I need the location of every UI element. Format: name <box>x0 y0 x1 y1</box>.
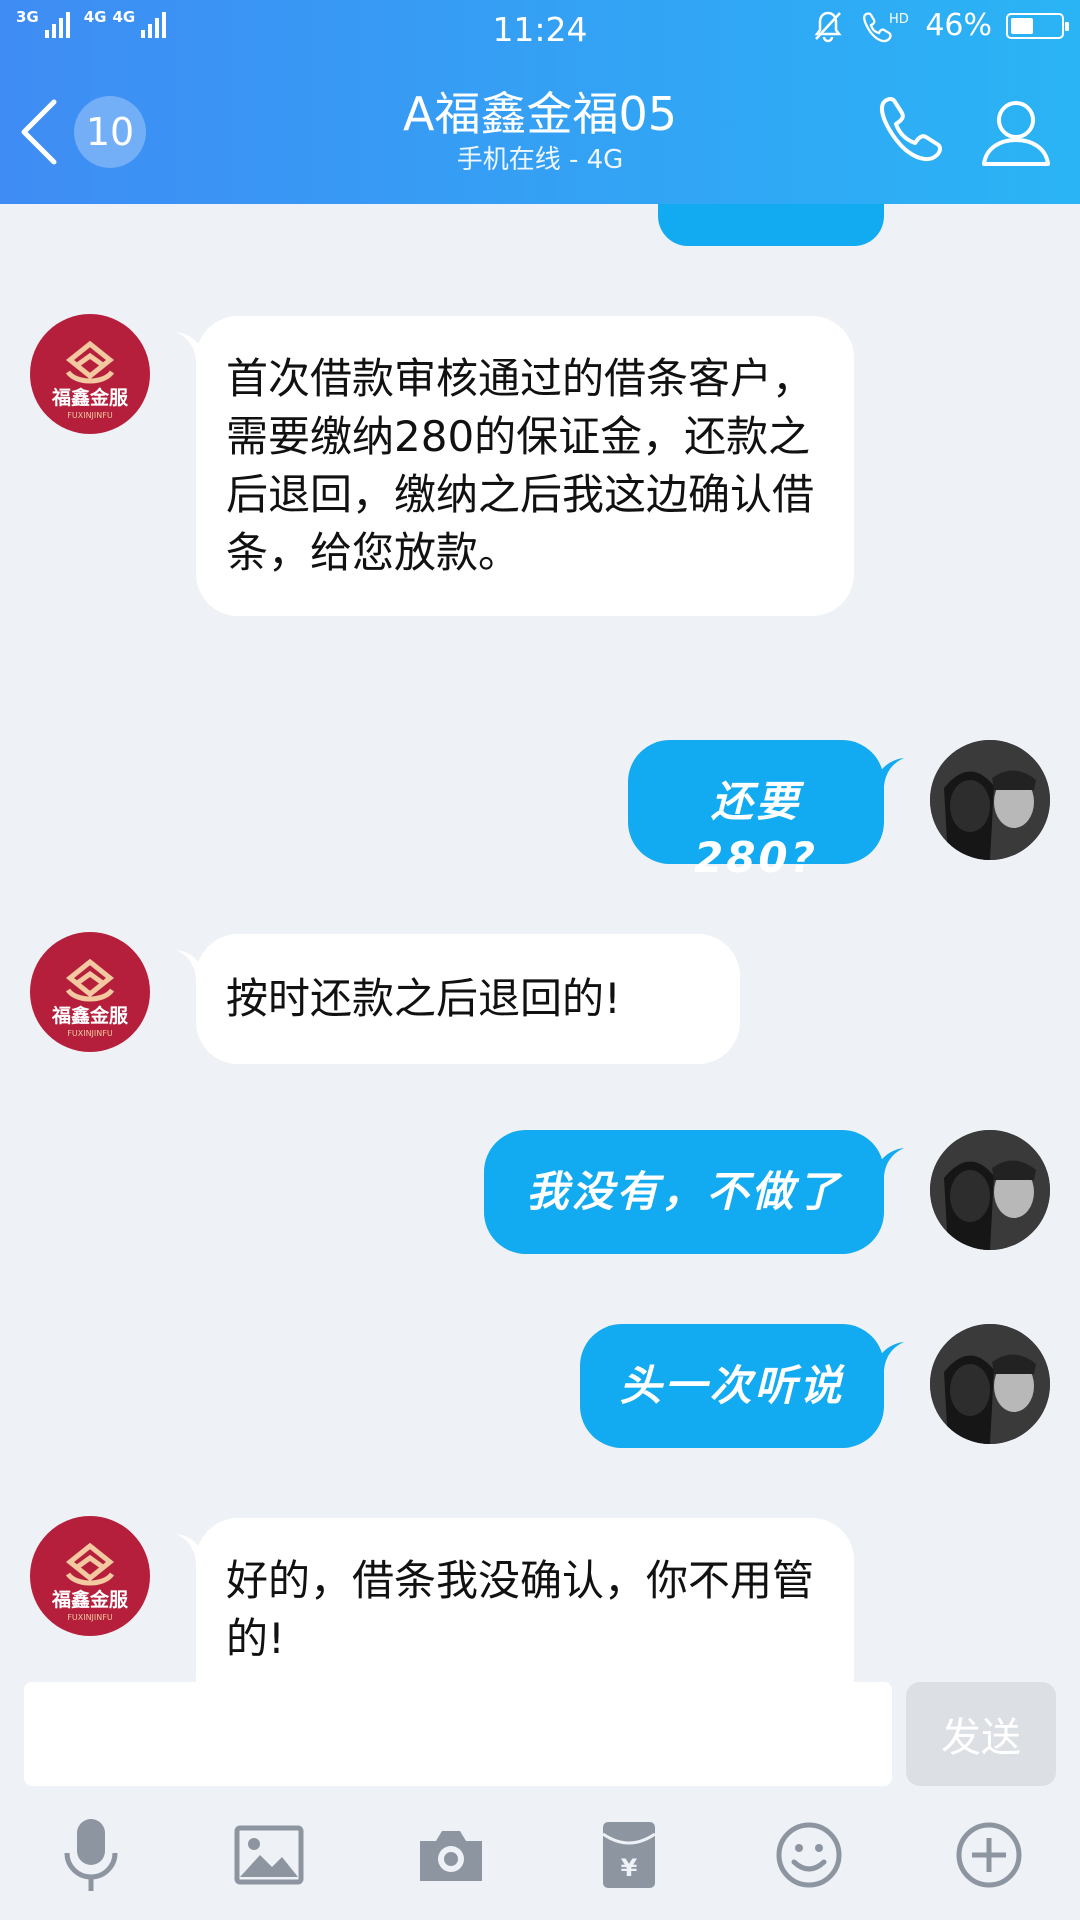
brand-name-text: 福鑫金服 <box>51 1004 129 1027</box>
contact-avatar[interactable]: 福鑫金服 FUXINJINFU <box>30 932 150 1052</box>
status-bar: 3G 4G 4G 11:24 HD 46% <box>0 0 1080 56</box>
emoji-button[interactable] <box>764 1810 854 1900</box>
contact-name: A福鑫金福05 <box>402 87 677 141</box>
hd-call-icon: HD <box>863 12 909 42</box>
battery-icon <box>1006 12 1069 39</box>
message-bubble-outgoing[interactable]: 还要280? <box>628 740 884 882</box>
unread-count-badge: 10 <box>74 96 146 168</box>
user-photo <box>930 1130 1050 1250</box>
status-icons: HD 46% <box>811 8 1069 43</box>
message-list[interactable]: 福鑫金服 FUXINJINFU 首次借款审核通过的借条客户，需要缴纳280的保证… <box>0 204 1080 1682</box>
my-avatar[interactable] <box>930 1324 1050 1444</box>
bubble-tail <box>874 758 904 786</box>
brand-name-text: 福鑫金服 <box>51 386 129 409</box>
brand-name-text: 福鑫金服 <box>51 1588 129 1611</box>
back-button[interactable]: 10 <box>18 92 148 172</box>
emoji-icon <box>776 1822 842 1888</box>
bubble-tail <box>874 1148 904 1176</box>
brand-pinyin-text: FUXINJINFU <box>67 1029 113 1038</box>
contact-avatar[interactable]: 福鑫金服 FUXINJINFU <box>30 314 150 434</box>
mute-bell-icon <box>814 11 842 42</box>
voice-button[interactable] <box>46 1810 136 1900</box>
microphone-icon <box>64 1819 118 1891</box>
message-bubble-outgoing[interactable]: 我没有，不做了 <box>484 1130 884 1254</box>
my-avatar[interactable] <box>930 740 1050 860</box>
message-bubble-incoming[interactable]: 首次借款审核通过的借条客户，需要缴纳280的保证金，还款之后退回，缴纳之后我这边… <box>196 316 854 616</box>
brand-logo: 福鑫金服 FUXINJINFU <box>51 1542 129 1622</box>
user-photo <box>930 1324 1050 1444</box>
yuan-symbol: ¥ <box>621 1854 638 1882</box>
message-input[interactable] <box>24 1682 892 1786</box>
brand-pinyin-text: FUXINJINFU <box>67 411 113 420</box>
my-avatar[interactable] <box>930 1130 1050 1250</box>
message-bubble-incoming[interactable]: 按时还款之后退回的! <box>196 934 740 1064</box>
camera-icon <box>420 1831 482 1881</box>
online-status: 手机在线 - 4G <box>456 145 624 175</box>
message-bubble-incoming[interactable]: 好的，借条我没确认，你不用管的! <box>196 1518 854 1682</box>
image-icon <box>234 1825 304 1885</box>
contact-avatar[interactable]: 福鑫金服 FUXINJINFU <box>30 1516 150 1636</box>
composer-toolbar: ¥ <box>0 1810 1080 1910</box>
brand-logo: 福鑫金服 FUXINJINFU <box>51 958 129 1038</box>
red-packet-icon: ¥ <box>602 1822 656 1888</box>
call-button[interactable] <box>868 92 948 172</box>
camera-button[interactable] <box>406 1810 496 1900</box>
composer-bar: 发送 ¥ <box>0 1682 1080 1920</box>
chat-header: 3G 4G 4G 11:24 HD 46% 10 A福鑫金福05 手机在线 - … <box>0 0 1080 204</box>
previous-message-bubble[interactable] <box>658 204 884 246</box>
hd-label: HD <box>889 12 909 27</box>
brand-logo: 福鑫金服 FUXINJINFU <box>51 340 129 420</box>
brand-pinyin-text: FUXINJINFU <box>67 1613 113 1622</box>
red-packet-button[interactable]: ¥ <box>584 1810 674 1900</box>
chevron-left-icon <box>21 99 57 165</box>
profile-button[interactable] <box>976 92 1056 172</box>
user-photo <box>930 740 1050 860</box>
plus-icon <box>956 1822 1022 1888</box>
chat-title-block[interactable]: A福鑫金福05 手机在线 - 4G <box>240 86 840 178</box>
person-icon <box>982 101 1050 166</box>
photo-button[interactable] <box>224 1810 314 1900</box>
more-button[interactable] <box>944 1810 1034 1900</box>
bubble-tail <box>874 1342 904 1370</box>
phone-icon <box>880 97 942 162</box>
battery-percent: 46% <box>925 8 992 43</box>
send-button[interactable]: 发送 <box>906 1682 1056 1786</box>
message-bubble-outgoing[interactable]: 头一次听说 <box>580 1324 884 1448</box>
